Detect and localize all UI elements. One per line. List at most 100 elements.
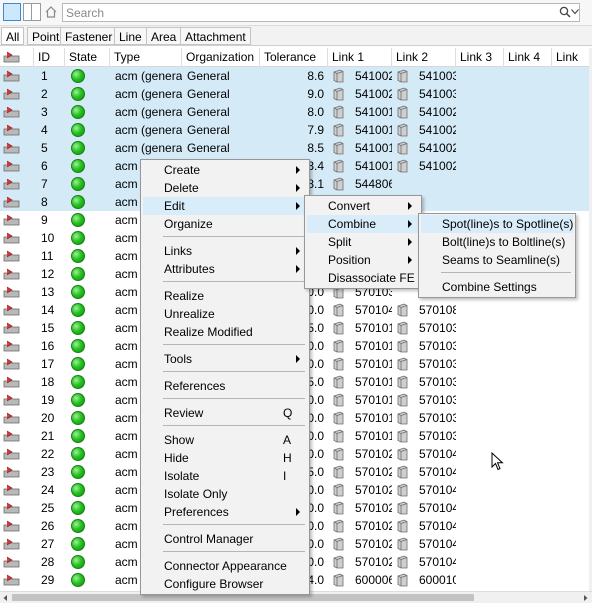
cell-link2[interactable]: 541002 — [419, 103, 456, 121]
cell-link2[interactable]: 570104 — [419, 481, 456, 499]
menu-item-spot-line-s-to-spotline-s[interactable]: Spot(line)s to Spotline(s) — [421, 215, 573, 233]
cell-link1[interactable]: 600006 — [355, 571, 392, 589]
tab-all[interactable]: All — [1, 27, 25, 45]
menu-item-tools[interactable]: Tools — [143, 350, 307, 368]
cell-link1[interactable]: 570102 — [355, 535, 392, 553]
menu-item-preferences[interactable]: Preferences — [143, 503, 307, 521]
cell-link2[interactable]: 570103 — [419, 319, 456, 337]
cell-link2[interactable]: 541003 — [419, 67, 456, 85]
menu-item-disassociate-fe[interactable]: Disassociate FE — [307, 269, 419, 287]
cell-link2[interactable]: 600010 — [419, 571, 456, 589]
cell-link2[interactable]: 570104 — [419, 499, 456, 517]
cell-link1[interactable]: 541001 — [355, 157, 392, 175]
menu-item-delete[interactable]: Delete — [143, 179, 307, 197]
menu-item-hide[interactable]: Hide H — [143, 449, 307, 467]
menu-item-edit[interactable]: Edit — [143, 197, 307, 215]
menu-item-unrealize[interactable]: Unrealize — [143, 305, 307, 323]
cell-link1[interactable]: 570101 — [355, 373, 392, 391]
table-row[interactable]: 3 acm (general) General 8.0 541001 541002 — [0, 103, 590, 121]
single-view-icon[interactable] — [3, 3, 21, 21]
cell-link1[interactable]: 570102 — [355, 463, 392, 481]
chevron-down-icon[interactable] — [571, 9, 579, 15]
search-icon[interactable] — [559, 6, 571, 18]
menu-item-split[interactable]: Split — [307, 233, 419, 251]
menu-item-combine[interactable]: Combine — [307, 215, 419, 233]
cell-link2[interactable]: 570104 — [419, 535, 456, 553]
cell-link2[interactable]: 570104 — [419, 445, 456, 463]
menu-item-isolate[interactable]: Isolate I — [143, 467, 307, 485]
cell-link2[interactable]: 570104 — [419, 463, 456, 481]
menu-item-realize[interactable]: Realize — [143, 287, 307, 305]
menu-item-combine-settings[interactable]: Combine Settings — [421, 278, 573, 296]
menu-item-control-manager[interactable]: Control Manager — [143, 530, 307, 548]
column-header-type[interactable]: Type — [110, 48, 182, 67]
menu-item-bolt-line-s-to-boltline-s[interactable]: Bolt(line)s to Boltline(s) — [421, 233, 573, 251]
cell-link1[interactable]: 570101 — [355, 409, 392, 427]
tab-point[interactable]: Point — [27, 27, 65, 45]
home-icon[interactable] — [44, 5, 58, 19]
cell-link1[interactable]: 570101 — [355, 391, 392, 409]
cell-link1[interactable]: 541001 — [355, 139, 392, 157]
menu-item-seams-to-seamline-s[interactable]: Seams to Seamline(s) — [421, 251, 573, 269]
cell-link2[interactable]: 570103 — [419, 373, 456, 391]
column-header-link2[interactable]: Link 2 — [392, 48, 456, 67]
menu-item-organize[interactable]: Organize — [143, 215, 307, 233]
column-header-link3[interactable]: Link 3 — [456, 48, 504, 67]
menu-item-configure-browser[interactable]: Configure Browser — [143, 575, 307, 593]
table-row[interactable]: 5 acm (general) General 8.5 541001 541002 — [0, 139, 590, 157]
column-header-organization[interactable]: Organization — [182, 48, 260, 67]
column-header-link4[interactable]: Link 4 — [504, 48, 552, 67]
cell-link1[interactable]: 570102 — [355, 481, 392, 499]
column-header-id[interactable]: ID — [34, 48, 65, 67]
menu-item-links[interactable]: Links — [143, 242, 307, 260]
cell-link2[interactable]: 541002 — [419, 121, 456, 139]
cell-link1[interactable]: 541001 — [355, 103, 392, 121]
scroll-left-icon[interactable] — [2, 594, 9, 602]
menu-item-create[interactable]: Create — [143, 161, 307, 179]
cell-link2[interactable]: 570104 — [419, 517, 456, 535]
column-header-state[interactable]: State — [65, 48, 110, 67]
cell-link2[interactable]: 570108 — [419, 301, 456, 319]
tab-attachment[interactable]: Attachment — [180, 27, 251, 45]
menu-item-show[interactable]: Show A — [143, 431, 307, 449]
table-row[interactable]: 4 acm (general) General 7.9 541001 541002 — [0, 121, 590, 139]
cell-link2[interactable]: 570103 — [419, 337, 456, 355]
cell-link1[interactable]: 570101 — [355, 319, 392, 337]
menu-item-review[interactable]: Review Q — [143, 404, 307, 422]
tab-area[interactable]: Area — [146, 27, 182, 45]
cell-link1[interactable]: 570101 — [355, 427, 392, 445]
menu-item-attributes[interactable]: Attributes — [143, 260, 307, 278]
cell-link2[interactable]: 541002 — [419, 157, 456, 175]
menu-item-references[interactable]: References — [143, 377, 307, 395]
cell-link2[interactable]: 570104 — [419, 553, 456, 571]
column-header-link1[interactable]: Link 1 — [328, 48, 392, 67]
cell-link1[interactable]: 541002 — [355, 67, 392, 85]
cell-link2[interactable]: 541003 — [419, 85, 456, 103]
menu-item-connector-appearance[interactable]: Connector Appearance — [143, 557, 307, 575]
menu-item-realize-modified[interactable]: Realize Modified — [143, 323, 307, 341]
table-row[interactable]: 1 acm (general) General 8.6 541002 541003 — [0, 67, 590, 85]
search-input[interactable] — [66, 5, 556, 20]
cell-link1[interactable]: 570102 — [355, 517, 392, 535]
cell-link1[interactable]: 570102 — [355, 553, 392, 571]
scroll-right-icon[interactable] — [582, 594, 589, 602]
cell-link2[interactable]: 570103 — [419, 409, 456, 427]
cell-link1[interactable]: 570102 — [355, 499, 392, 517]
cell-link1[interactable]: 570104 — [355, 301, 392, 319]
scroll-thumb[interactable] — [12, 594, 474, 601]
menu-item-position[interactable]: Position — [307, 251, 419, 269]
split-view-icon[interactable] — [23, 3, 41, 21]
cell-link1[interactable]: 544806 — [355, 175, 392, 193]
tab-fastener[interactable]: Fastener — [60, 27, 118, 45]
menu-item-isolate-only[interactable]: Isolate Only — [143, 485, 307, 503]
column-header-link5[interactable]: Link — [552, 48, 592, 67]
cell-link1[interactable]: 570101 — [355, 355, 392, 373]
cell-link2[interactable]: 541002 — [419, 139, 456, 157]
cell-link1[interactable]: 541001 — [355, 121, 392, 139]
cell-link2[interactable]: 570103 — [419, 427, 456, 445]
cell-link1[interactable]: 541002 — [355, 85, 392, 103]
column-header-tolerance[interactable]: Tolerance — [260, 48, 328, 67]
cell-link1[interactable]: 570101 — [355, 337, 392, 355]
cell-link2[interactable]: 570103 — [419, 391, 456, 409]
table-row[interactable]: 2 acm (general) General 9.0 541002 541003 — [0, 85, 590, 103]
